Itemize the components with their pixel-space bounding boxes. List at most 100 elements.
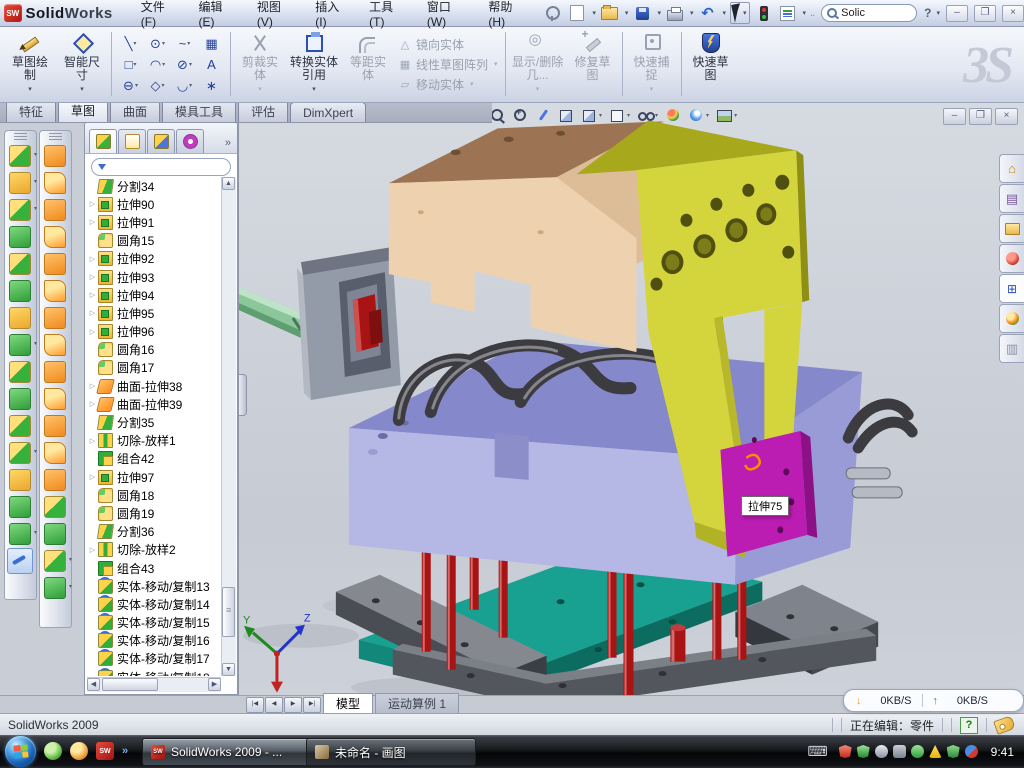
sketch-entity-polygon[interactable]: ◇▾ <box>144 75 171 96</box>
swept-surface-tool[interactable] <box>40 197 71 224</box>
scroll-left-button[interactable]: ◀ <box>87 678 100 691</box>
extruded-boss-tool[interactable]: ▾ <box>5 143 36 170</box>
tab-DimXpert[interactable]: DimXpert <box>290 102 366 122</box>
dropdown-arrow-icon[interactable]: ▾ <box>34 340 37 347</box>
dropdown-arrow-icon[interactable]: ▾ <box>69 556 72 563</box>
tree-item[interactable]: 圆角18 <box>87 486 221 504</box>
scrollbar-thumb[interactable] <box>102 678 158 691</box>
tree-item[interactable]: 圆角19 <box>87 504 221 522</box>
combine-bodies-tool[interactable] <box>5 386 36 413</box>
tree-item[interactable]: 分割34 <box>87 177 221 195</box>
dropdown-arrow-icon[interactable]: ▾ <box>187 40 190 47</box>
tree-item[interactable]: 圆角16 <box>87 341 221 359</box>
custom-properties-tab[interactable]: ▥ <box>999 334 1024 363</box>
doc-minimize-button[interactable]: – <box>943 108 966 125</box>
sketch-button[interactable]: 草图绘制 ▾ <box>4 26 56 102</box>
options-button[interactable] <box>778 4 798 22</box>
menu-item[interactable]: 帮助(H) <box>478 0 537 33</box>
trim-entities-button[interactable]: 剪裁实体 ▾ <box>234 26 286 102</box>
search-input[interactable]: Solic <box>841 7 865 19</box>
tree-vertical-scrollbar[interactable]: ▲ ▼ <box>221 177 236 676</box>
new-document-button[interactable] <box>567 4 587 22</box>
tab-scroll-button-2[interactable]: ▶ <box>284 697 302 713</box>
dropdown-arrow-icon[interactable]: ▾ <box>627 112 630 119</box>
tree-item[interactable]: 圆角17 <box>87 359 221 377</box>
convert-entities-button[interactable]: 转换实体引用 ▾ <box>286 26 342 102</box>
print-button[interactable] <box>665 4 685 22</box>
health-shield-icon[interactable] <box>947 745 960 758</box>
expand-arrow-icon[interactable]: ▷ <box>87 309 98 317</box>
tree-item[interactable]: 分割35 <box>87 413 221 431</box>
sketch-entity-line[interactable]: ╲▾ <box>117 33 144 54</box>
mirror-bodies-tool[interactable] <box>5 359 36 386</box>
guide-pegs-part[interactable] <box>846 404 912 498</box>
tree-item[interactable]: ▷切除-放样2 <box>87 541 221 559</box>
extruded-surface-tool[interactable] <box>40 143 71 170</box>
expand-arrow-icon[interactable]: ▷ <box>87 546 98 554</box>
keyboard-layout-icon[interactable]: ⌨ <box>807 743 827 760</box>
dropdown-arrow-icon[interactable]: ▾ <box>803 9 807 17</box>
filled-surface-tool[interactable] <box>40 278 71 305</box>
tree-item[interactable]: 实体-移动/复制18 <box>87 668 221 676</box>
revolved-surface-tool[interactable] <box>40 170 71 197</box>
dropdown-arrow-icon[interactable]: ▾ <box>34 151 37 158</box>
ruled-surface-tool[interactable] <box>40 359 71 386</box>
lofted-boss-tool[interactable] <box>5 251 36 278</box>
section-view-button[interactable] <box>558 107 574 123</box>
expand-arrow-icon[interactable]: ▷ <box>87 273 98 281</box>
offset-surface-tool[interactable] <box>40 332 71 359</box>
insert-block-part[interactable] <box>239 247 401 400</box>
scrollbar-thumb[interactable] <box>222 587 235 637</box>
zoom-to-area-button[interactable] <box>512 107 528 123</box>
doc-close-button[interactable]: × <box>995 108 1018 125</box>
taskbar-clock[interactable]: 9:41 <box>991 745 1014 759</box>
tab-scroll-button-0[interactable]: |◀ <box>246 697 264 713</box>
window-restore-button[interactable]: ❐ <box>974 5 996 22</box>
zoom-previous-button[interactable] <box>535 107 551 123</box>
sketch-entity-fillet[interactable]: ◡▾ <box>171 75 198 96</box>
apply-scene-button[interactable]: ▾ <box>688 107 709 123</box>
model-3d-view[interactable]: Y Z X <box>239 102 1024 695</box>
doc-restore-button[interactable]: ❐ <box>969 108 992 125</box>
expand-arrow-icon[interactable]: ▷ <box>87 200 98 208</box>
dropdown-arrow-icon[interactable]: ▾ <box>936 9 940 17</box>
network-warning-icon[interactable] <box>929 745 942 758</box>
boundary-surface-tool[interactable] <box>40 251 71 278</box>
undo-button[interactable]: ↶ <box>697 4 717 22</box>
dropdown-arrow-icon[interactable]: ▾ <box>135 82 138 89</box>
dropdown-arrow-icon[interactable]: ▾ <box>162 40 165 47</box>
dropdown-arrow-icon[interactable]: ▾ <box>162 61 165 68</box>
tree-item[interactable]: ▷曲面-拉伸38 <box>87 377 221 395</box>
expand-arrow-icon[interactable]: ▷ <box>87 255 98 263</box>
menu-item[interactable]: 视图(V) <box>247 0 305 33</box>
tab-scroll-button-3[interactable]: ▶| <box>303 697 321 713</box>
expand-arrow-icon[interactable]: ▷ <box>87 218 98 226</box>
curve-tool-tool[interactable] <box>5 494 36 521</box>
file-explorer-tab[interactable] <box>999 214 1024 243</box>
tag-icon[interactable] <box>993 715 1016 735</box>
tree-item[interactable]: ▷曲面-拉伸39 <box>87 395 221 413</box>
expand-arrow-icon[interactable]: ▷ <box>87 473 98 481</box>
planar-surface-tool[interactable] <box>40 305 71 332</box>
linear-sketch-pattern-button[interactable]: ▦ 线性草图阵列 ▾ <box>398 56 498 73</box>
tree-item[interactable]: ▷拉伸93 <box>87 268 221 286</box>
search-box[interactable]: Solic <box>821 4 917 22</box>
sync-app-icon[interactable] <box>965 745 978 758</box>
start-button[interactable] <box>5 736 36 767</box>
tree-item[interactable]: 实体-移动/复制15 <box>87 614 221 632</box>
sketch-entity-spline[interactable]: ~▾ <box>171 33 198 54</box>
tree-item[interactable]: 组合43 <box>87 559 221 577</box>
swept-boss-tool[interactable] <box>5 224 36 251</box>
dropdown-arrow-icon[interactable]: ▾ <box>80 83 84 96</box>
dropdown-arrow-icon[interactable]: ▾ <box>34 205 37 212</box>
dropdown-arrow-icon[interactable]: ▾ <box>69 583 72 590</box>
open-document-button[interactable] <box>600 4 620 22</box>
dropdown-arrow-icon[interactable]: ▾ <box>189 82 192 89</box>
tree-item[interactable]: ▷切除-放样1 <box>87 432 221 450</box>
tab-scroll-button-1[interactable]: ◀ <box>265 697 283 713</box>
dropdown-arrow-icon[interactable]: ▾ <box>657 9 661 17</box>
menu-item[interactable]: 编辑(E) <box>188 0 246 33</box>
sketch-entity-ellipse[interactable]: ⊘▾ <box>171 54 198 75</box>
sketch-entity-rectangle[interactable]: □▾ <box>117 54 144 75</box>
volume-icon[interactable] <box>893 745 906 758</box>
